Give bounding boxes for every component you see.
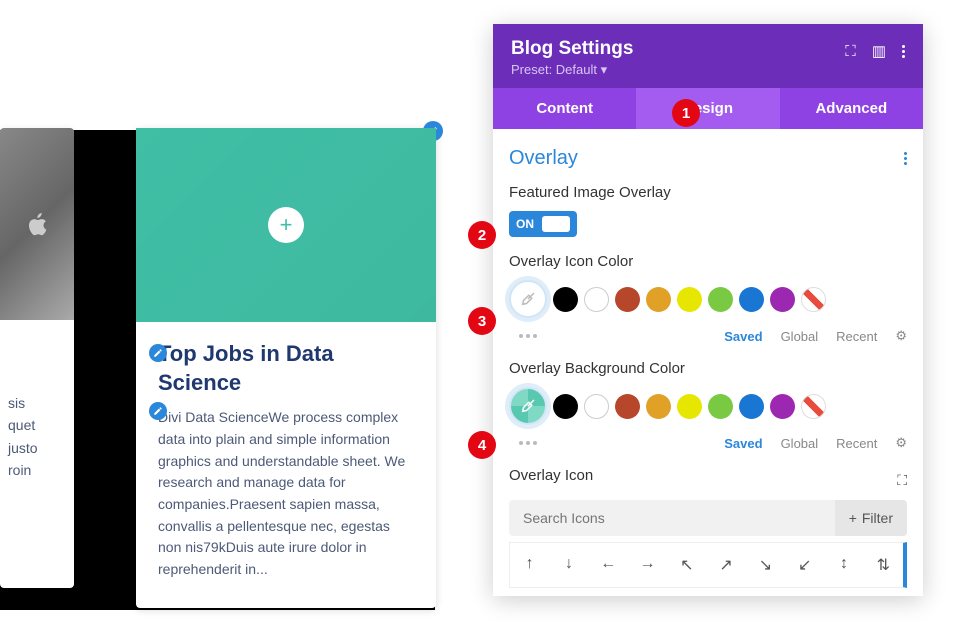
- featured-image[interactable]: +: [136, 128, 436, 322]
- panel-header[interactable]: Blog Settings Preset: Default ▾ ⛶ ▥: [493, 24, 923, 88]
- tab-advanced[interactable]: Advanced: [780, 88, 923, 129]
- swatch-purple[interactable]: [770, 394, 795, 419]
- featured-overlay-label: Featured Image Overlay: [509, 184, 907, 201]
- swatch-black[interactable]: [553, 394, 578, 419]
- annotation-1: 1: [672, 99, 700, 127]
- swatch-red[interactable]: [615, 394, 640, 419]
- swatch-tab-recent[interactable]: Recent: [836, 436, 877, 451]
- swatch-green[interactable]: [708, 287, 733, 312]
- more-menu-icon[interactable]: [902, 45, 905, 58]
- swatch-tab-global[interactable]: Global: [781, 329, 819, 344]
- section-options-icon[interactable]: [904, 152, 907, 165]
- bg-color-swatches: [509, 387, 907, 425]
- icon-arrow-left[interactable]: ←: [589, 543, 628, 587]
- settings-panel: Blog Settings Preset: Default ▾ ⛶ ▥ Cont…: [493, 24, 923, 596]
- undo-icon[interactable]: ⛶: [845, 43, 856, 60]
- annotation-4: 4: [468, 431, 496, 459]
- toggle-handle: [542, 216, 570, 232]
- card-image-grayscale: [0, 128, 74, 320]
- swatch-tab-recent[interactable]: Recent: [836, 329, 877, 344]
- swatch-red[interactable]: [615, 287, 640, 312]
- bg-color-label: Overlay Background Color: [509, 360, 907, 377]
- swatch-purple[interactable]: [770, 287, 795, 312]
- icon-grid: ↑ ↓ ← → ↖ ↗ ↘ ↙ ↕ ⇅: [509, 542, 907, 588]
- swatch-settings-icon[interactable]: ⚙: [895, 328, 907, 344]
- icon-arrow-down[interactable]: ↓: [549, 543, 588, 587]
- expand-icon[interactable]: ⛶: [897, 472, 907, 489]
- swatch-blue[interactable]: [739, 394, 764, 419]
- preset-selector[interactable]: Preset: Default ▾: [511, 62, 633, 78]
- color-picker-eyedropper-bg[interactable]: [509, 387, 547, 425]
- panel-title: Blog Settings: [511, 38, 633, 60]
- icon-arrow-sw[interactable]: ↙: [785, 543, 824, 587]
- toggle-on-label: ON: [516, 217, 534, 231]
- icon-color-label: Overlay Icon Color: [509, 253, 907, 270]
- icon-arrow-right[interactable]: →: [628, 543, 667, 587]
- post-title[interactable]: Top Jobs in Data Science: [158, 340, 414, 397]
- blog-card-partial: sis quet justo roin: [0, 128, 74, 588]
- swatch-blue[interactable]: [739, 287, 764, 312]
- swatch-transparent[interactable]: [801, 287, 826, 312]
- text-fragment: quet: [8, 414, 66, 436]
- overlay-plus-icon[interactable]: +: [268, 207, 304, 243]
- icon-arrow-up[interactable]: ↑: [510, 543, 549, 587]
- swatch-yellow[interactable]: [677, 287, 702, 312]
- icon-arrow-swap[interactable]: ⇅: [864, 543, 903, 587]
- text-fragment: roin: [8, 459, 66, 481]
- swatch-yellow[interactable]: [677, 394, 702, 419]
- tab-content[interactable]: Content: [493, 88, 636, 129]
- settings-tabs: Content Design Advanced: [493, 88, 923, 129]
- icon-arrow-updown[interactable]: ↕: [824, 543, 863, 587]
- icon-arrow-ne[interactable]: ↗: [706, 543, 745, 587]
- text-fragment: sis: [8, 392, 66, 414]
- icon-search-bar: +Filter: [509, 500, 907, 536]
- swatch-black[interactable]: [553, 287, 578, 312]
- text-fragment: justo: [8, 437, 66, 459]
- swatch-tab-saved[interactable]: Saved: [724, 436, 762, 451]
- color-picker-eyedropper[interactable]: [509, 280, 547, 318]
- swatch-tab-global[interactable]: Global: [781, 436, 819, 451]
- apple-logo-icon: [23, 210, 51, 238]
- swatch-settings-icon[interactable]: ⚙: [895, 435, 907, 451]
- swatch-green[interactable]: [708, 394, 733, 419]
- overlay-icon-label: Overlay Icon: [509, 467, 593, 484]
- edit-title-icon[interactable]: [149, 344, 167, 362]
- annotation-2: 2: [468, 221, 496, 249]
- swatch-transparent[interactable]: [801, 394, 826, 419]
- edit-text-icon[interactable]: [149, 402, 167, 420]
- more-swatches-icon[interactable]: [519, 334, 537, 338]
- swatch-orange[interactable]: [646, 394, 671, 419]
- section-title-overlay[interactable]: Overlay: [509, 147, 578, 170]
- swatch-white[interactable]: [584, 287, 609, 312]
- icon-arrow-se[interactable]: ↘: [746, 543, 785, 587]
- swatch-orange[interactable]: [646, 287, 671, 312]
- featured-overlay-toggle[interactable]: ON: [509, 211, 577, 237]
- swatch-tab-saved[interactable]: Saved: [724, 329, 762, 344]
- post-excerpt: Divi Data ScienceWe process complex data…: [158, 407, 414, 581]
- swatch-white[interactable]: [584, 394, 609, 419]
- filter-button[interactable]: +Filter: [835, 500, 907, 536]
- help-icon[interactable]: ▥: [872, 42, 886, 60]
- tab-design[interactable]: Design: [636, 88, 779, 129]
- annotation-3: 3: [468, 307, 496, 335]
- icon-color-swatches: [509, 280, 907, 318]
- blog-card[interactable]: + Top Jobs in Data Science Divi Data Sci…: [136, 128, 436, 608]
- icon-arrow-nw[interactable]: ↖: [667, 543, 706, 587]
- more-swatches-icon[interactable]: [519, 441, 537, 445]
- icon-search-input[interactable]: [509, 500, 835, 536]
